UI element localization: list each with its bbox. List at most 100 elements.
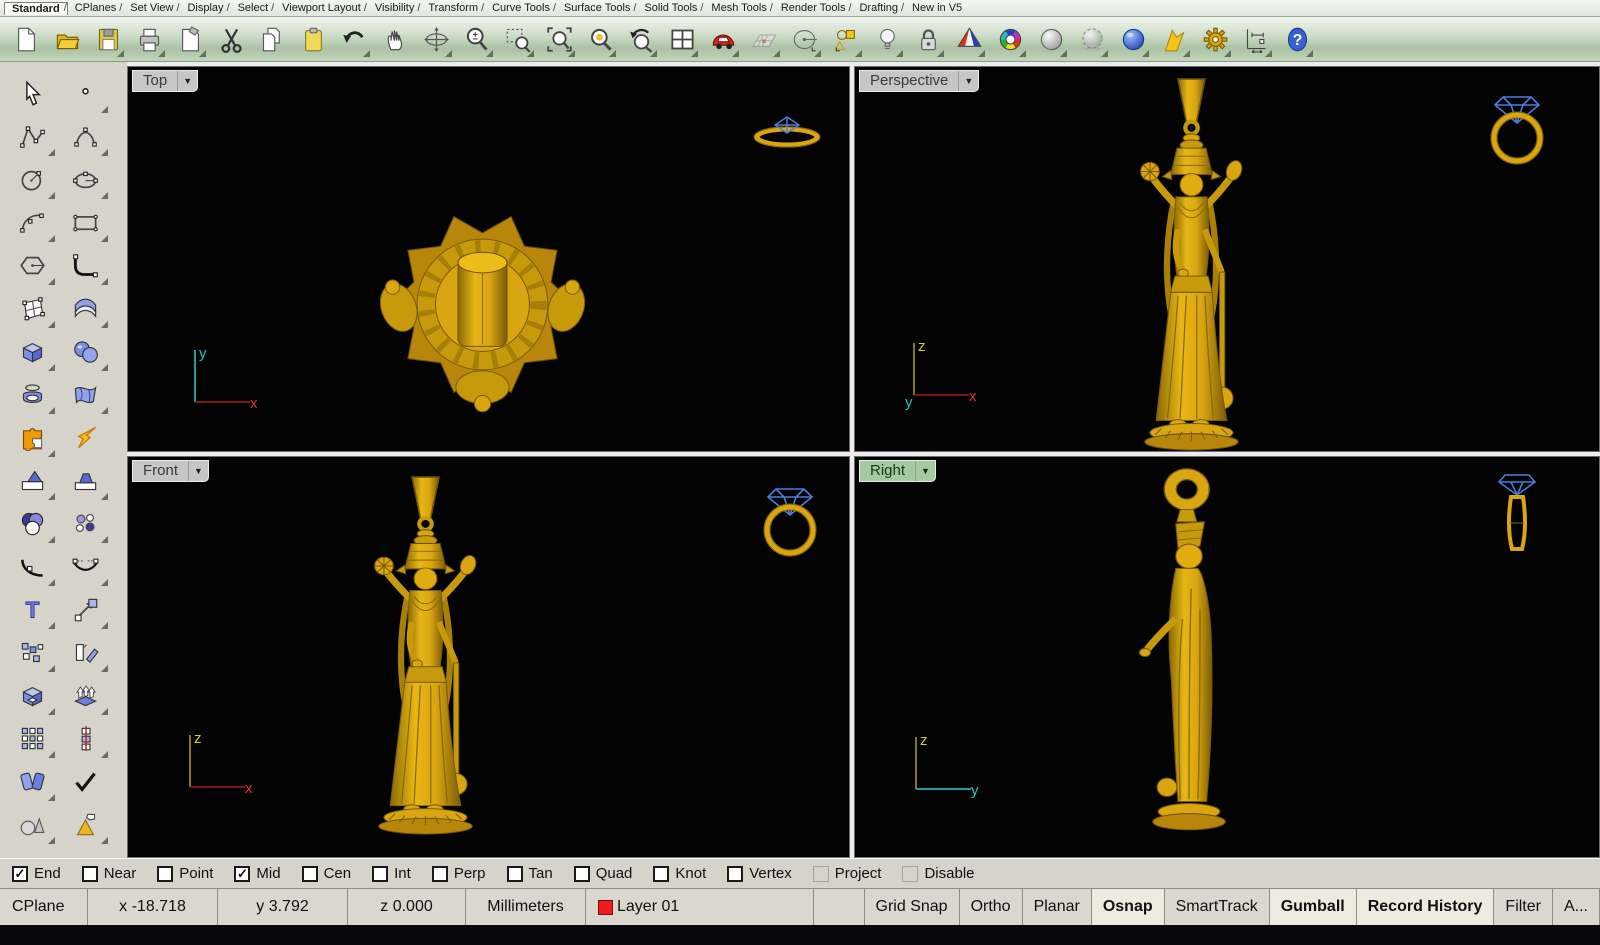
zoom-dynamic-icon[interactable] xyxy=(461,20,494,58)
chevron-down-icon[interactable]: ▼ xyxy=(188,461,208,481)
help-icon[interactable]: ? xyxy=(1281,20,1314,58)
osnap-mid[interactable]: ✓Mid xyxy=(234,865,280,882)
tool-rectangle-button[interactable] xyxy=(59,201,112,244)
tool-curve-fillet-corner-button[interactable] xyxy=(59,244,112,287)
tool-boolean-split-button[interactable] xyxy=(6,416,59,459)
tool-chamfer-edge-button[interactable] xyxy=(59,459,112,502)
shaded-sphere-mode-icon[interactable] xyxy=(1035,20,1068,58)
checkbox[interactable]: ✓ xyxy=(372,866,388,882)
osnap-end[interactable]: ✓End xyxy=(12,865,61,882)
osnap-cen[interactable]: ✓Cen xyxy=(302,865,352,882)
print-preview-icon[interactable] xyxy=(174,20,207,58)
paste-icon[interactable] xyxy=(297,20,330,58)
viewport-top[interactable]: Top ▼ y x xyxy=(127,66,850,452)
tool-insert-block-button[interactable] xyxy=(6,631,59,674)
tool-linear-array-button[interactable] xyxy=(59,717,112,760)
dimension-icon[interactable] xyxy=(1240,20,1273,58)
options-gear-icon[interactable] xyxy=(1199,20,1232,58)
grid-snap-pane[interactable]: Grid Snap xyxy=(865,889,960,925)
osnap-pane[interactable]: Osnap xyxy=(1092,889,1165,925)
available-pane[interactable]: A... xyxy=(1553,889,1600,925)
tab-surface-tools[interactable]: Surface Tools xyxy=(557,2,637,14)
cplane-faded-icon[interactable] xyxy=(748,20,781,58)
tool-explode-button[interactable] xyxy=(59,416,112,459)
ring-model-front-view[interactable] xyxy=(758,473,822,557)
undo-view-change-icon[interactable] xyxy=(625,20,658,58)
checkbox[interactable]: ✓ xyxy=(727,866,743,882)
osnap-tan[interactable]: ✓Tan xyxy=(507,865,553,882)
viewport-layout-icon[interactable] xyxy=(666,20,699,58)
checkbox[interactable]: ✓ xyxy=(302,866,318,882)
smarttrack-pane[interactable]: SmartTrack xyxy=(1165,889,1270,925)
checkbox[interactable]: ✓ xyxy=(82,866,98,882)
tool-surface-from-curves-button[interactable] xyxy=(59,287,112,330)
chevron-down-icon[interactable]: ▼ xyxy=(915,461,935,481)
copy-icon[interactable] xyxy=(256,20,289,58)
tool-ellipse-button[interactable] xyxy=(59,158,112,201)
viewport-right[interactable]: Right ▼ z y xyxy=(854,456,1600,858)
record-history-pane[interactable]: Record History xyxy=(1357,889,1495,925)
checkbox[interactable]: ✓ xyxy=(813,866,829,882)
tool-hide-objects-button[interactable] xyxy=(59,803,112,846)
tool-adjustable-curve-fillet-button[interactable] xyxy=(6,545,59,588)
tab-set-view[interactable]: Set View xyxy=(123,2,180,14)
tool-fillet-edge-button[interactable] xyxy=(6,459,59,502)
viewport-top-label[interactable]: Top ▼ xyxy=(132,70,198,92)
viewport-perspective[interactable]: Perspective ▼ z x y xyxy=(854,66,1600,452)
tab-cplanes[interactable]: CPlanes xyxy=(68,2,124,14)
open-file-icon[interactable] xyxy=(51,20,84,58)
new-file-icon[interactable] xyxy=(10,20,43,58)
ring-model-perspective-view[interactable] xyxy=(1485,81,1549,165)
tool-polyline-button[interactable] xyxy=(6,115,59,158)
checkbox[interactable]: ✓ xyxy=(653,866,669,882)
tool-rectangular-array-button[interactable] xyxy=(6,717,59,760)
layer-color-swatch[interactable] xyxy=(598,900,613,915)
osnap-project[interactable]: ✓Project xyxy=(813,865,882,882)
chevron-down-icon[interactable]: ▼ xyxy=(177,71,197,91)
pendant-model-front-view[interactable] xyxy=(358,475,493,837)
layer-pane[interactable]: Layer 01 xyxy=(586,889,814,925)
checkbox[interactable]: ✓ xyxy=(157,866,173,882)
cplane-pane[interactable]: CPlane xyxy=(0,889,88,925)
tool-mesh-primitives-button[interactable] xyxy=(6,803,59,846)
osnap-near[interactable]: ✓Near xyxy=(82,865,137,882)
checkbox[interactable]: ✓ xyxy=(432,866,448,882)
cplane-to-object-icon[interactable] xyxy=(830,20,863,58)
units-pane[interactable]: Millimeters xyxy=(466,889,586,925)
cut-icon[interactable] xyxy=(215,20,248,58)
osnap-perp[interactable]: ✓Perp xyxy=(432,865,486,882)
tool-boolean-union-button[interactable] xyxy=(6,502,59,545)
tab-standard[interactable]: Standard xyxy=(4,2,68,15)
tool-torus-button[interactable] xyxy=(6,373,59,416)
tool-polygon-button[interactable] xyxy=(6,244,59,287)
viewport-perspective-label[interactable]: Perspective ▼ xyxy=(859,70,979,92)
checkbox[interactable]: ✓ xyxy=(574,866,590,882)
tool-select-button[interactable] xyxy=(6,72,59,115)
undo-icon[interactable] xyxy=(338,20,371,58)
tool-boolean-difference-button[interactable] xyxy=(59,502,112,545)
tab-display[interactable]: Display xyxy=(180,2,230,14)
filter-pane[interactable]: Filter xyxy=(1494,889,1553,925)
tool-extrude-surface-button[interactable] xyxy=(59,674,112,717)
rotate-view-icon[interactable] xyxy=(420,20,453,58)
tab-render-tools[interactable]: Render Tools xyxy=(774,2,853,14)
viewport-right-label[interactable]: Right ▼ xyxy=(859,460,936,482)
color-wheel-render-icon[interactable] xyxy=(994,20,1027,58)
tool-sphere-button[interactable] xyxy=(59,330,112,373)
zoom-window-icon[interactable] xyxy=(502,20,535,58)
checkbox[interactable]: ✓ xyxy=(507,866,523,882)
ghosted-sphere-mode-icon[interactable] xyxy=(1076,20,1109,58)
zoom-selected-icon[interactable] xyxy=(584,20,617,58)
pendant-model-top-view[interactable] xyxy=(380,187,585,422)
osnap-point[interactable]: ✓Point xyxy=(157,865,213,882)
pendant-model-perspective-view[interactable] xyxy=(1124,77,1259,452)
print-icon[interactable] xyxy=(133,20,166,58)
osnap-int[interactable]: ✓Int xyxy=(372,865,411,882)
set-cplane-icon[interactable] xyxy=(789,20,822,58)
chevron-down-icon[interactable]: ▼ xyxy=(958,71,978,91)
tab-visibility[interactable]: Visibility xyxy=(368,2,422,14)
tool-arc-button[interactable] xyxy=(6,201,59,244)
tool-point-check-button[interactable] xyxy=(59,760,112,803)
osnap-knot[interactable]: ✓Knot xyxy=(653,865,706,882)
ortho-pane[interactable]: Ortho xyxy=(960,889,1023,925)
